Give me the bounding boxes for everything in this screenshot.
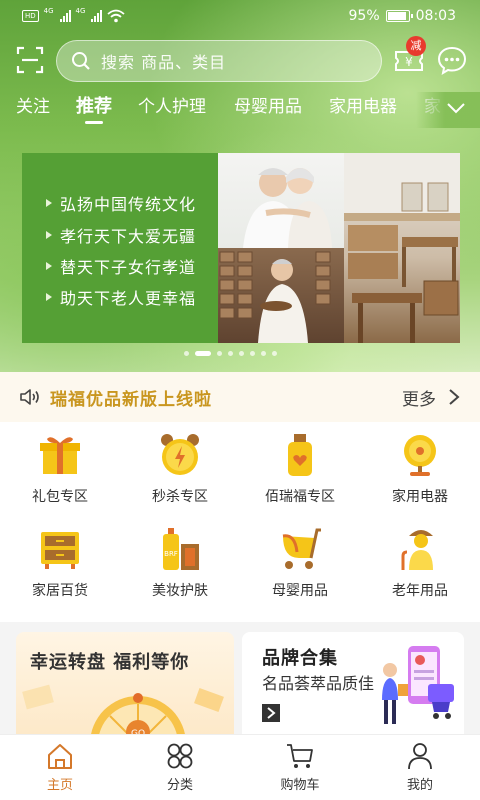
grid-label: 家用电器: [392, 489, 448, 505]
nav-label: 分类: [166, 778, 193, 793]
alarm-clock-icon: [161, 434, 199, 475]
pagination-dot: [250, 351, 255, 356]
signal-icon: [91, 10, 103, 22]
tab-personal-care[interactable]: 个人护理: [138, 92, 206, 126]
promo-section: 幸运转盘 福利等你 GO 品牌合集 名品荟萃品质佳: [0, 622, 480, 734]
elder-icon: [401, 530, 433, 570]
grid-label: 家居百货: [32, 583, 88, 599]
nav-label: 主页: [46, 778, 73, 793]
grid-label: 老年用品: [392, 583, 448, 599]
nav-profile[interactable]: 我的: [360, 735, 480, 800]
reading-room-photo: [344, 153, 460, 343]
chevron-down-icon[interactable]: [444, 96, 468, 120]
grid-item-bairuifu[interactable]: 佰瑞福专区: [240, 426, 360, 518]
message-icon[interactable]: [436, 44, 468, 76]
brand-collection-subtitle: 名品荟萃品质佳: [262, 674, 375, 693]
battery-percent: 95%: [348, 8, 380, 24]
stroller-icon: [282, 528, 321, 569]
profile-icon: [408, 743, 432, 770]
banner-slogan: 孝行天下大爱无疆: [46, 223, 196, 247]
banner-carousel[interactable]: 弘扬中国传统文化 孝行天下大爱无疆 替天下子女行孝道 助天下老人更幸福: [22, 153, 460, 343]
grid-item-flash-sale[interactable]: 秒杀专区: [120, 426, 240, 518]
banner-slogan: 弘扬中国传统文化: [46, 191, 196, 215]
search-icon: [72, 52, 90, 70]
banner-slogan: 助天下老人更幸福: [46, 285, 196, 309]
search-placeholder: 搜索 商品、类目: [101, 53, 227, 72]
grid-label: 美妆护肤: [152, 583, 208, 599]
pagination-dot: [261, 351, 266, 356]
search-input[interactable]: 搜索 商品、类目: [56, 40, 382, 82]
shopping-illustration: [382, 646, 454, 724]
brand-collection-card[interactable]: 品牌合集 名品荟萃品质佳: [242, 632, 464, 734]
grid-item-elderly[interactable]: 老年用品: [360, 520, 480, 612]
elderly-couple-photo: [218, 153, 344, 248]
notice-text: 瑞福优品新版上线啦: [50, 390, 212, 410]
hero-background: HD 4G 4G 95% 08:03 搜索 商品、类目 ¥ 减 关注 推荐 个人…: [0, 0, 480, 372]
pagination-dot: [239, 351, 244, 356]
wifi-icon: [107, 9, 126, 23]
cosmetics-icon: BRF: [163, 528, 199, 570]
bottom-navigation: 主页 分类 购物车 我的: [0, 734, 480, 800]
coupon-badge: 减: [406, 36, 426, 56]
battery-icon: [385, 10, 413, 22]
grid-item-cosmetics[interactable]: BRF 美妆护肤: [120, 520, 240, 612]
gift-icon: [40, 437, 80, 474]
herbal-pharmacy-photo: [218, 248, 344, 343]
status-bar-right: 95% 08:03: [349, 8, 456, 24]
banner-pagination: [184, 351, 277, 356]
brand-collection-title: 品牌合集: [262, 648, 338, 669]
banner-slogan: 替天下子女行孝道: [46, 254, 196, 278]
pagination-dot: [217, 351, 222, 356]
status-bar-left: HD 4G 4G: [22, 7, 126, 23]
hd-badge: HD: [22, 10, 39, 22]
nav-home[interactable]: 主页: [0, 735, 120, 800]
nav-label: 我的: [406, 778, 433, 793]
nav-label: 购物车: [280, 778, 320, 793]
sim2-network-label: 4G: [75, 7, 86, 15]
category-grid: 礼包专区 秒杀专区 佰瑞福专区 家用电器 家居百货 BRF 美妆护肤 母婴用品 …: [0, 422, 480, 622]
home-icon: [48, 744, 72, 769]
cabinet-icon: [41, 532, 79, 569]
grid-item-appliance[interactable]: 家用电器: [360, 426, 480, 518]
nav-cart[interactable]: 购物车: [240, 735, 360, 800]
grid-label: 礼包专区: [32, 489, 88, 505]
notice-more-link[interactable]: 更多: [402, 385, 436, 410]
fan-icon: [404, 435, 436, 476]
pagination-dot: [228, 351, 233, 356]
chevron-right-icon[interactable]: [446, 388, 462, 406]
tab-follow[interactable]: 关注: [16, 92, 50, 126]
grid-item-home-goods[interactable]: 家居百货: [0, 520, 120, 612]
banner-slogan-panel: 弘扬中国传统文化 孝行天下大爱无疆 替天下子女行孝道 助天下老人更幸福: [22, 153, 218, 343]
lucky-wheel-illustration: GO: [22, 684, 224, 734]
pagination-dot: [272, 351, 277, 356]
category-tabs: 关注 推荐 个人护理 母婴用品 家用电器 家: [0, 92, 480, 128]
grid-label: 佰瑞福专区: [265, 489, 335, 505]
sim1-network-label: 4G: [43, 7, 54, 15]
grid-label: 母婴用品: [272, 583, 328, 599]
status-bar: HD 4G 4G 95% 08:03: [0, 0, 480, 34]
coupon-symbol: ¥: [405, 55, 413, 69]
grid-label: 秒杀专区: [152, 489, 208, 505]
nav-category[interactable]: 分类: [120, 735, 240, 800]
category-icon: [167, 743, 193, 769]
pagination-dot: [184, 351, 189, 356]
signal-icon: [59, 10, 71, 22]
arrow-right-icon[interactable]: [262, 704, 280, 722]
svg-text:BRF: BRF: [164, 550, 178, 558]
notice-bar[interactable]: 瑞福优品新版上线啦 更多: [0, 372, 480, 422]
cart-icon: [287, 744, 313, 768]
bottle-icon: [288, 434, 312, 476]
grid-item-mother-baby[interactable]: 母婴用品: [240, 520, 360, 612]
clock: 08:03: [415, 8, 456, 24]
lucky-wheel-card[interactable]: 幸运转盘 福利等你 GO: [16, 632, 234, 734]
tab-mother-baby[interactable]: 母婴用品: [234, 92, 302, 126]
speaker-icon: [20, 389, 39, 405]
tab-recommend[interactable]: 推荐: [76, 92, 112, 126]
grid-item-gift[interactable]: 礼包专区: [0, 426, 120, 518]
pagination-dot-active: [195, 351, 211, 356]
tab-home-appliance[interactable]: 家用电器: [329, 92, 397, 126]
scan-icon[interactable]: [14, 44, 46, 76]
